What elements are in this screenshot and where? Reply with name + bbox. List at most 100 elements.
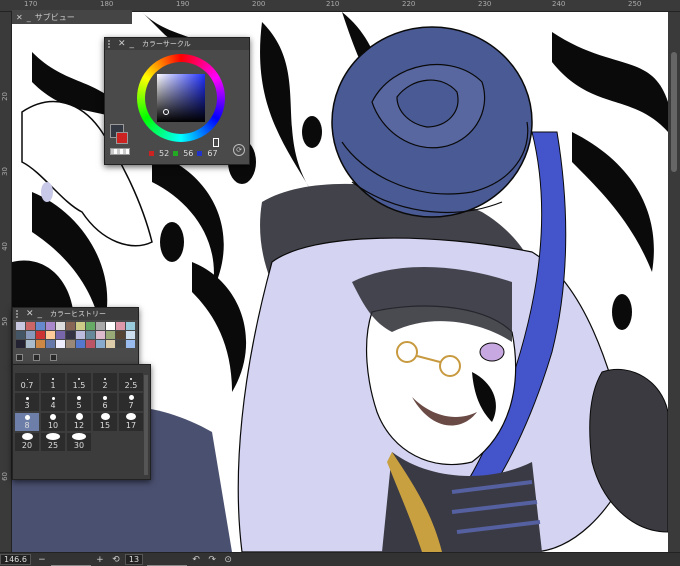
brush-size-label: 17 (125, 421, 137, 430)
brush-size-panel[interactable]: 0.7 1 1.5 2 2.5 3 4 5 6 7 8 10 12 15 17 20 25 30 (12, 364, 151, 480)
history-swatch[interactable] (46, 340, 55, 348)
history-swatch[interactable] (96, 322, 105, 330)
history-swatch[interactable] (36, 322, 45, 330)
history-swatch[interactable] (86, 331, 95, 339)
history-swatch[interactable] (86, 340, 95, 348)
rotation-field[interactable]: 13 (124, 554, 144, 565)
brush-size-grid: 0.7 1 1.5 2 2.5 3 4 5 6 7 8 10 12 15 17 20 25 30 (15, 373, 143, 451)
hue-cursor[interactable] (213, 138, 219, 147)
rotate-icon[interactable]: ⟲ (109, 554, 123, 566)
minimize-icon[interactable]: _ (130, 39, 135, 49)
history-swatch[interactable] (56, 331, 65, 339)
history-swatch[interactable] (76, 322, 85, 330)
rotate-right-icon[interactable]: ↷ (205, 554, 219, 566)
history-swatch[interactable] (96, 331, 105, 339)
history-tool-icon[interactable] (16, 354, 23, 361)
brush-size-label: 12 (73, 421, 85, 430)
sub-color-swatch[interactable] (116, 132, 128, 144)
history-tool-icon[interactable] (33, 354, 40, 361)
history-swatch[interactable] (36, 340, 45, 348)
history-swatch[interactable] (26, 322, 35, 330)
color-history-panel[interactable]: ✕ _ カラーヒストリー (12, 307, 139, 365)
history-swatch[interactable] (126, 331, 135, 339)
history-swatch[interactable] (126, 340, 135, 348)
brush-size-cell[interactable]: 25 (41, 433, 65, 451)
blue-value: 67 (207, 149, 218, 158)
close-icon[interactable]: ✕ (26, 309, 34, 319)
history-tool-icon[interactable] (50, 354, 57, 361)
history-swatch[interactable] (106, 322, 115, 330)
brush-size-cell[interactable]: 17 (119, 413, 143, 431)
subview-titlebar[interactable]: ✕ _ サブビュー (12, 10, 132, 24)
history-swatch[interactable] (106, 340, 115, 348)
brush-panel-scrollbar[interactable] (144, 375, 148, 475)
color-settings-icon[interactable]: ⟳ (233, 144, 245, 156)
history-swatch[interactable] (16, 340, 25, 348)
brush-size-cell[interactable]: 1 (41, 373, 65, 391)
history-swatch[interactable] (36, 331, 45, 339)
close-icon[interactable]: ✕ (118, 39, 126, 49)
brush-size-cell[interactable]: 15 (93, 413, 117, 431)
zoom-field[interactable]: 146.6 (0, 554, 31, 565)
brush-size-cell[interactable]: 8 (15, 413, 39, 431)
history-swatch[interactable] (16, 331, 25, 339)
transparent-color-swatch[interactable] (110, 148, 130, 155)
scrollbar-thumb[interactable] (671, 52, 677, 172)
brush-size-cell[interactable]: 10 (41, 413, 65, 431)
history-swatch[interactable] (26, 340, 35, 348)
brush-size-cell[interactable]: 3 (15, 393, 39, 411)
vertical-scrollbar[interactable] (668, 12, 680, 552)
brush-size-cell[interactable]: 4 (41, 393, 65, 411)
history-swatch[interactable] (46, 331, 55, 339)
panel-titlebar[interactable]: ✕ _ カラーヒストリー (13, 308, 138, 320)
brush-size-cell[interactable]: 20 (15, 433, 39, 451)
rotation-slider[interactable] (147, 554, 188, 566)
history-swatch[interactable] (66, 331, 75, 339)
history-swatch[interactable] (126, 322, 135, 330)
grip-icon[interactable] (108, 40, 114, 48)
history-swatch[interactable] (46, 322, 55, 330)
reset-rotation-icon[interactable]: ⊙ (221, 554, 235, 566)
history-swatch[interactable] (86, 322, 95, 330)
brush-size-cell[interactable]: 5 (67, 393, 91, 411)
zoom-slider[interactable] (50, 554, 91, 566)
history-swatch[interactable] (66, 340, 75, 348)
history-swatch[interactable] (76, 340, 85, 348)
brush-dot-icon (21, 433, 33, 440)
history-swatch[interactable] (116, 331, 125, 339)
history-swatch[interactable] (76, 331, 85, 339)
panel-titlebar[interactable]: ✕ _ カラーサークル (105, 38, 249, 50)
grip-icon[interactable] (16, 310, 22, 318)
minimize-icon[interactable]: _ (38, 309, 43, 319)
rotate-left-icon[interactable]: ↶ (189, 554, 203, 566)
minimize-icon[interactable]: _ (27, 13, 31, 22)
history-swatch[interactable] (26, 331, 35, 339)
history-swatch[interactable] (116, 322, 125, 330)
ruler-label: 30 (1, 167, 9, 176)
close-icon[interactable]: ✕ (16, 13, 23, 22)
history-swatch[interactable] (16, 322, 25, 330)
brush-size-cell[interactable]: 1.5 (67, 373, 91, 391)
history-swatch-grid[interactable] (16, 322, 135, 348)
brush-size-label: 0.7 (20, 381, 34, 390)
brush-size-cell[interactable]: 12 (67, 413, 91, 431)
sv-cursor[interactable] (163, 109, 169, 115)
history-swatch[interactable] (116, 340, 125, 348)
brush-size-cell[interactable]: 2.5 (119, 373, 143, 391)
brush-size-cell[interactable]: 2 (93, 373, 117, 391)
brush-dot-icon (51, 397, 55, 400)
ruler-label: 60 (1, 472, 9, 481)
brush-size-cell[interactable]: 0.7 (15, 373, 39, 391)
brush-size-cell[interactable]: 7 (119, 393, 143, 411)
history-swatch[interactable] (96, 340, 105, 348)
zoom-out-button[interactable]: − (35, 554, 49, 566)
brush-size-cell[interactable]: 30 (67, 433, 91, 451)
color-circle-panel[interactable]: ✕ _ カラーサークル 52 56 67 ⟳ (104, 37, 250, 165)
zoom-in-button[interactable]: + (93, 554, 107, 566)
brush-size-cell[interactable]: 6 (93, 393, 117, 411)
history-swatch[interactable] (66, 322, 75, 330)
history-swatch[interactable] (106, 331, 115, 339)
history-swatch[interactable] (56, 340, 65, 348)
ruler-label: 230 (478, 0, 492, 8)
history-swatch[interactable] (56, 322, 65, 330)
